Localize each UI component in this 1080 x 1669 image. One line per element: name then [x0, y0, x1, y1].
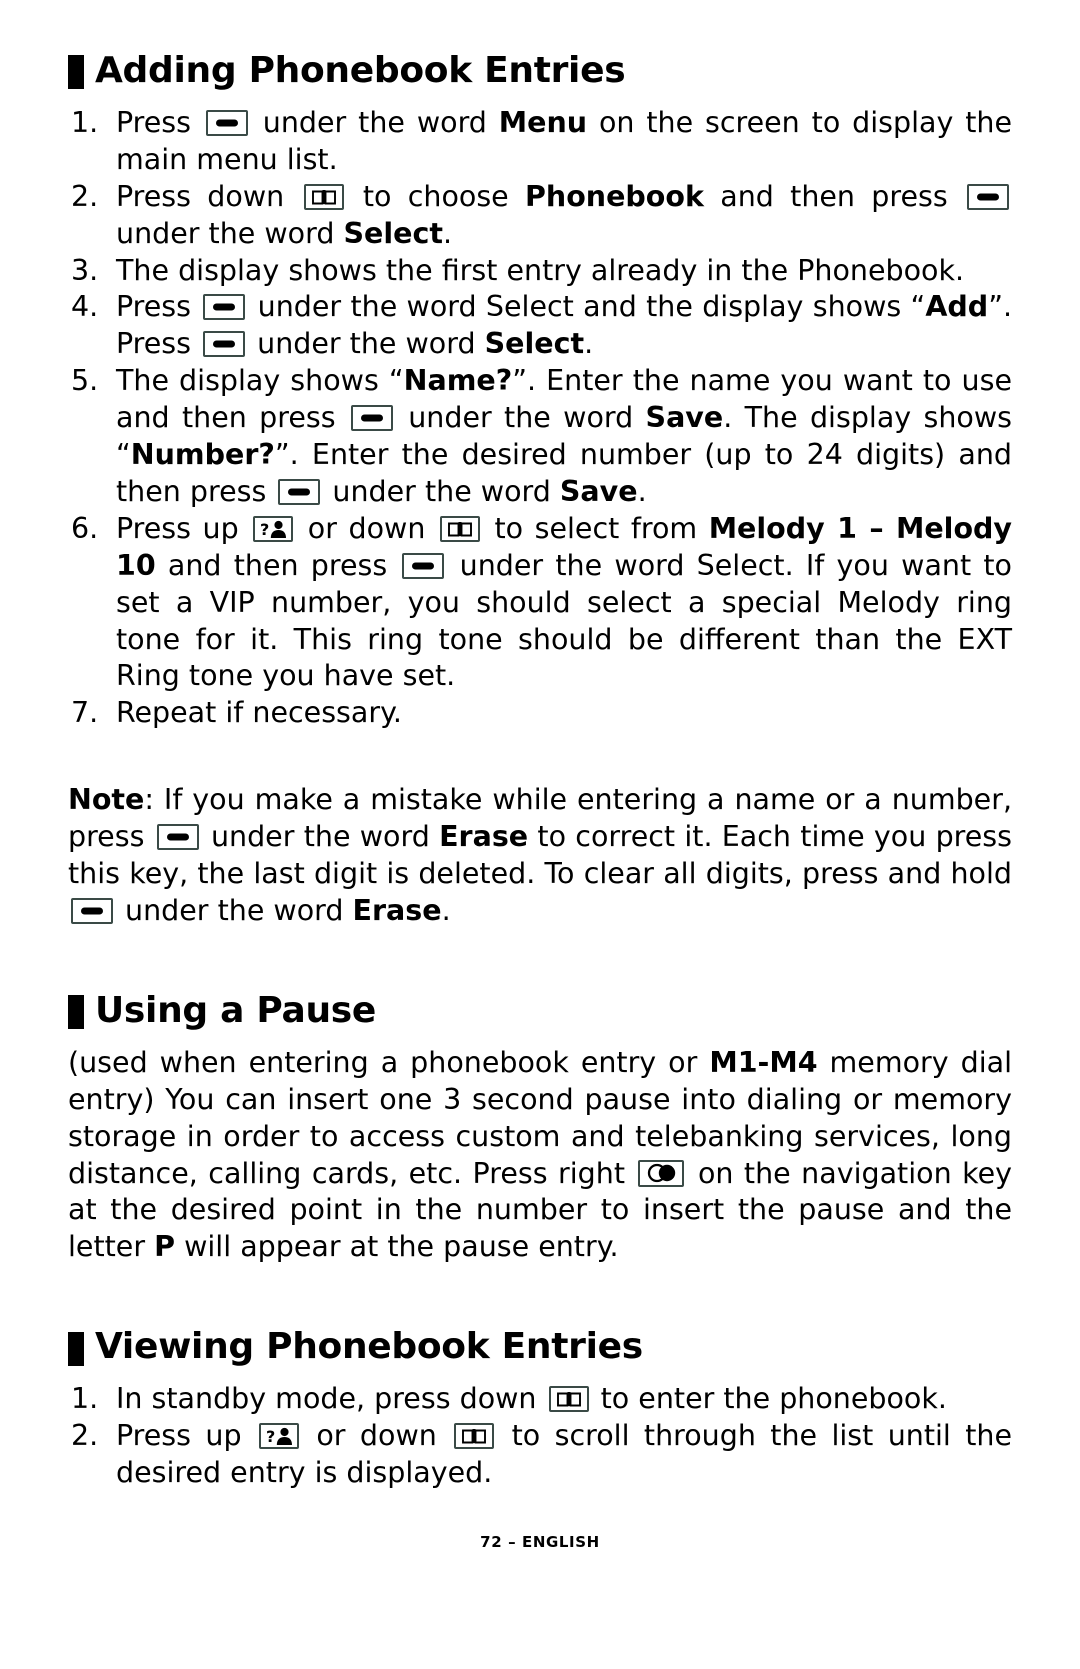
emphasis-text: Save: [645, 401, 724, 435]
emphasis-text: Menu: [498, 105, 588, 139]
list-item-number: 6.: [71, 511, 99, 545]
softkey-icon: [402, 552, 445, 579]
emphasis-text: Number?: [130, 438, 275, 472]
heading-using-a-pause: Using a Pause: [68, 989, 1012, 1031]
steps-adding-phonebook-entries: 1. Press under the word Menu on the scre…: [68, 105, 1012, 732]
list-item-text: Repeat if necessary.: [116, 696, 402, 730]
softkey-icon: [156, 824, 199, 851]
list-item: 7. Repeat if necessary.: [68, 695, 1012, 732]
caller-id-up-key-icon: ?: [258, 1423, 299, 1449]
heading-text: Viewing Phonebook Entries: [95, 1326, 643, 1368]
emphasis-text: Erase: [352, 894, 442, 927]
emphasis-text: M1-M4: [709, 1045, 818, 1079]
heading-bullet-icon: [68, 995, 84, 1030]
heading-text: Adding Phonebook Entries: [95, 50, 626, 91]
list-item: 6. Press up ? or down to select from Mel…: [68, 511, 1012, 696]
softkey-icon: [967, 183, 1009, 210]
emphasis-text: Select: [343, 216, 443, 250]
list-item-text: Press up ? or down to select from Melody…: [116, 511, 1013, 693]
svg-text:?: ?: [260, 520, 269, 538]
list-item-text: Press under the word Select and the disp…: [116, 290, 1013, 361]
caller-id-up-key-icon: ?: [253, 515, 294, 542]
softkey-icon: [203, 331, 246, 358]
list-item: 5. The display shows “Name?”. Enter the …: [68, 363, 1012, 511]
softkey-icon: [205, 109, 248, 136]
list-item-number: 5.: [71, 364, 99, 398]
list-item-number: 3.: [71, 253, 99, 287]
emphasis-text: Melody 1 – Melody 10: [116, 511, 1013, 582]
heading-text: Using a Pause: [95, 989, 377, 1031]
page-footer: 72 – ENGLISH: [480, 1533, 600, 1551]
phonebook-down-key-icon: [303, 183, 344, 210]
list-item: 2. Press down to choose Phonebook and th…: [68, 179, 1012, 253]
steps-viewing-phonebook-entries: 1. In standby mode, press down to enter …: [68, 1381, 1012, 1492]
emphasis-text: Add: [925, 290, 989, 324]
emphasis-text: Note: [68, 783, 145, 817]
list-item-text: Press down to choose Phonebook and then …: [116, 179, 1012, 253]
list-item-number: 1.: [71, 105, 99, 139]
list-item: 1. In standby mode, press down to enter …: [68, 1381, 1012, 1418]
list-item-number: 7.: [71, 696, 99, 730]
heading-bullet-icon: [68, 55, 84, 90]
phonebook-down-key-icon: [548, 1386, 589, 1413]
list-item-number: 2.: [71, 1419, 99, 1452]
list-item-number: 1.: [71, 1382, 99, 1416]
list-item: 2. Press up ? or down to scroll through …: [68, 1418, 1012, 1492]
emphasis-text: P: [154, 1230, 176, 1264]
emphasis-text: Save: [559, 474, 638, 508]
list-item-text: Press under the word Menu on the screen …: [116, 105, 1013, 176]
softkey-icon: [278, 478, 321, 505]
list-item-text: The display shows the first entry alread…: [116, 253, 965, 287]
list-item-text: The display shows “Name?”. Enter the nam…: [116, 364, 1013, 508]
note-paragraph: Note: If you make a mistake while enteri…: [68, 783, 1012, 927]
navigation-key-icon: [638, 1159, 685, 1187]
heading-viewing-phonebook-entries: Viewing Phonebook Entries: [68, 1326, 1012, 1368]
list-item-text: In standby mode, press down to enter the…: [116, 1382, 947, 1416]
softkey-icon: [71, 898, 113, 924]
heading-adding-phonebook-entries: Adding Phonebook Entries: [68, 50, 1012, 91]
emphasis-text: Phonebook: [525, 179, 704, 213]
list-item-number: 4.: [71, 290, 99, 324]
heading-bullet-icon: [68, 1331, 84, 1366]
list-item: 3. The display shows the first entry alr…: [68, 253, 1012, 290]
emphasis-text: Name?: [403, 364, 513, 398]
phonebook-down-key-icon: [454, 1423, 495, 1449]
list-item: 1. Press under the word Menu on the scre…: [68, 105, 1012, 179]
using-a-pause-paragraph: (used when entering a phonebook entry or…: [68, 1045, 1013, 1264]
softkey-icon: [350, 405, 393, 432]
list-item-number: 2.: [71, 179, 99, 213]
list-item-text: Press up ? or down to scroll through the…: [116, 1419, 1013, 1489]
manual-page: Adding Phonebook Entries 1. Press under …: [0, 0, 1080, 1669]
emphasis-text: Erase: [439, 820, 529, 854]
emphasis-text: Select: [484, 327, 585, 361]
list-item: 4. Press under the word Select and the d…: [68, 289, 1012, 363]
phonebook-down-key-icon: [439, 515, 480, 542]
softkey-icon: [203, 294, 246, 321]
svg-text:?: ?: [266, 1427, 275, 1445]
